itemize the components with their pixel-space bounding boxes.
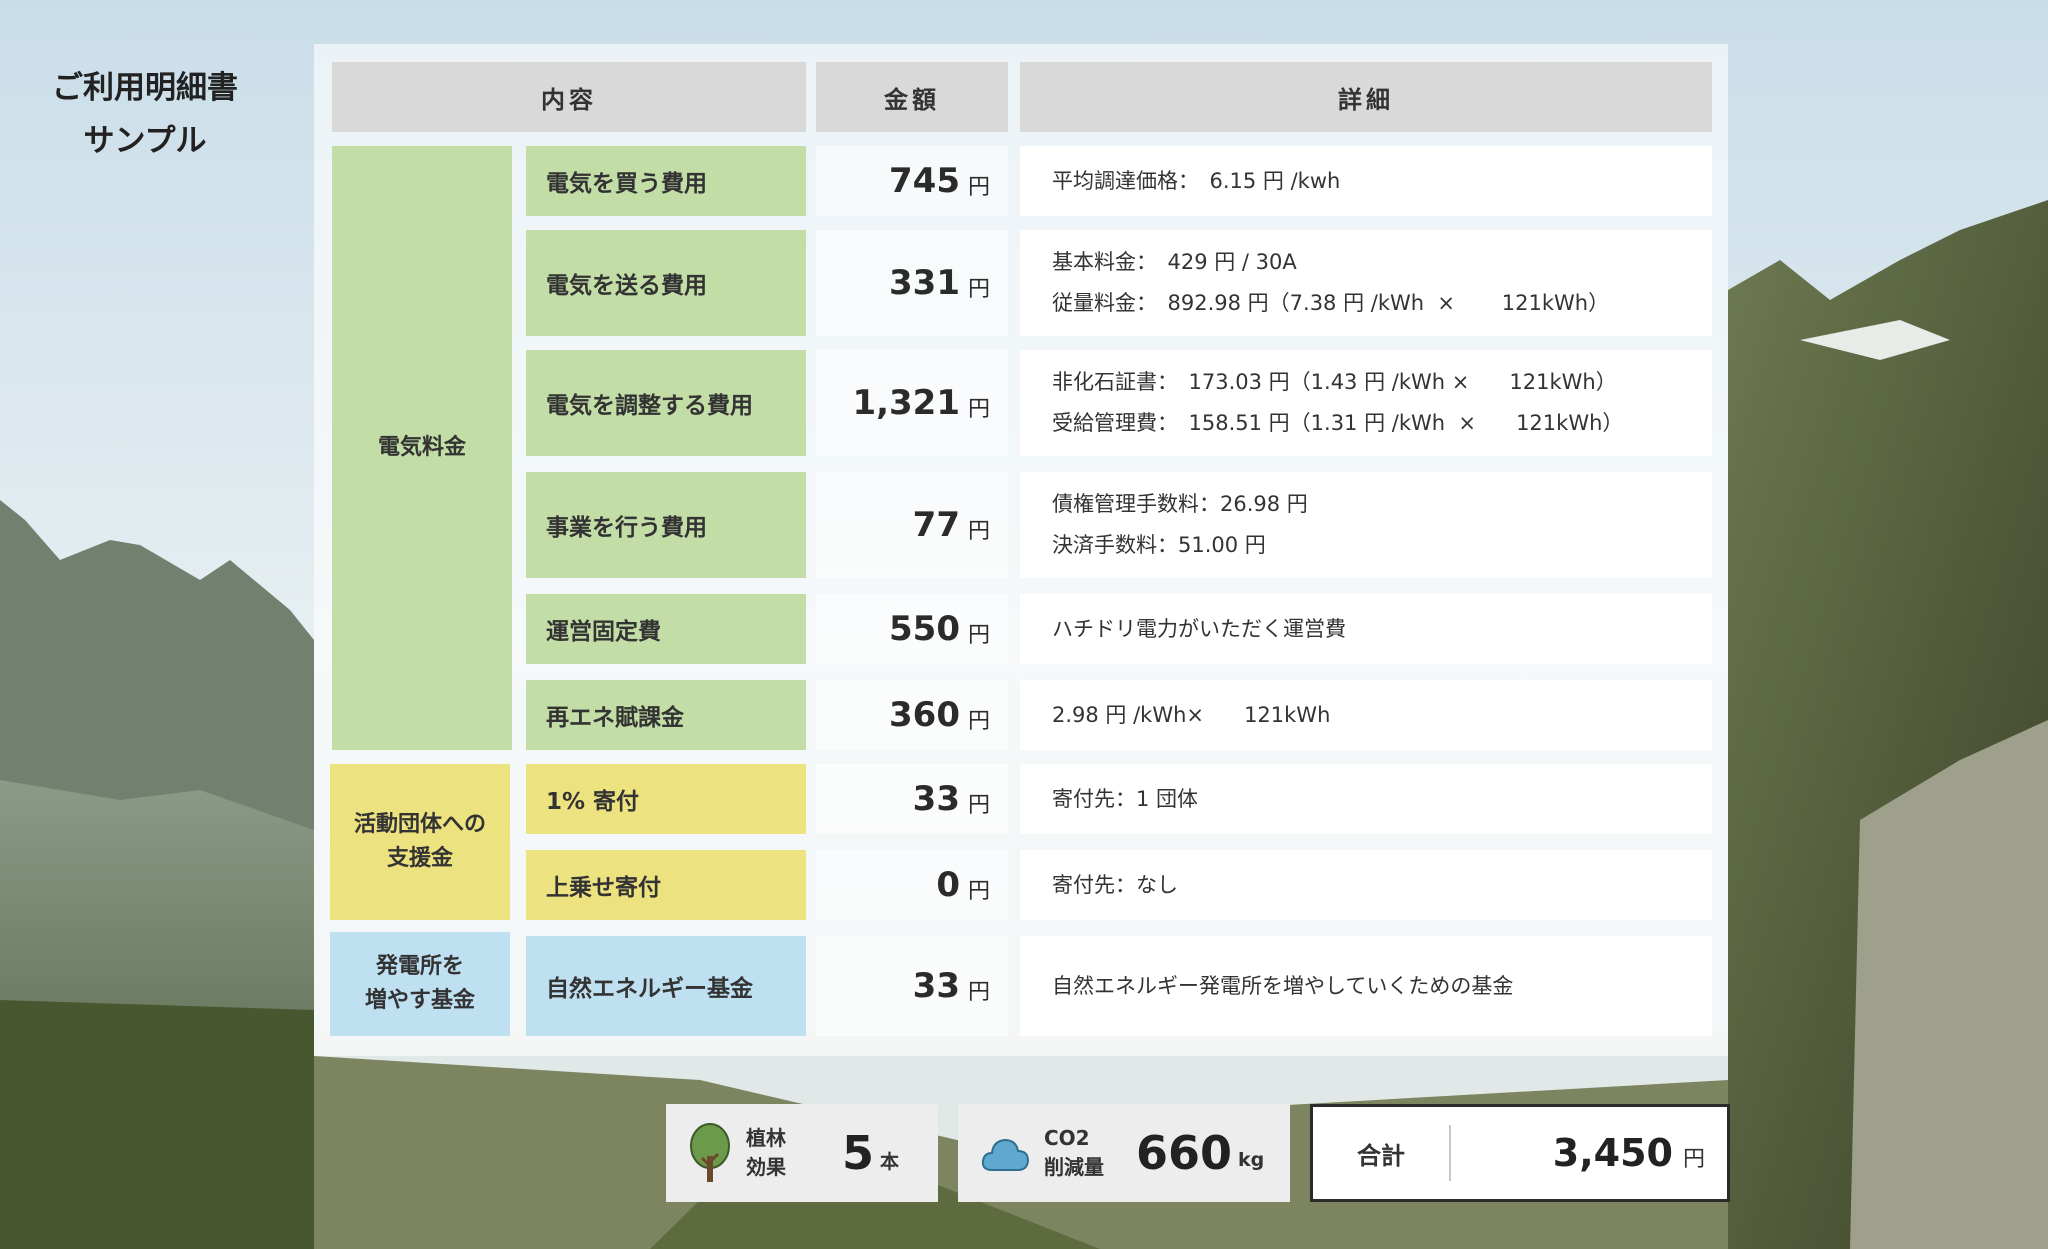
detail-line: ハチドリ電力がいただく運営費 [1052,616,1346,641]
group-label: 発電所を 増やす基金 [364,954,475,1013]
tree-effect-value: 5 [842,1126,875,1180]
yen-unit: 円 [967,519,990,544]
detail-cell: 債権管理手数料：26.98 円決済手数料：51.00 円 [1020,472,1712,578]
tree-effect-card: 植林 効果 5 本 [666,1104,938,1202]
item-label: 運営固定費 [526,594,806,664]
yen-unit: 円 [967,980,990,1005]
group-support-fund: 活動団体への 支援金 [330,764,510,920]
amount-value: 0 [936,865,960,905]
total-value: 3,450 [1552,1131,1673,1175]
total-label: 合計 [1357,1141,1405,1170]
amount-value: 360 [889,695,960,735]
detail-line: 寄付先：1 団体 [1052,786,1199,811]
group-electricity-fee: 電気料金 [332,146,512,750]
page-title: ご利用明細書 サンプル [30,62,260,168]
amount-cell: 331 円 [816,230,1008,336]
amount-value: 33 [912,779,960,819]
item-label: 電気を買う費用 [526,146,806,216]
amount-value: 550 [889,609,960,649]
amount-cell: 77 円 [816,472,1008,578]
group-label: 電気料金 [377,435,466,460]
statement-panel: 内容 金額 詳細 電気料金 活動団体への 支援金 発電所を 増やす基金 電気を買… [314,44,1728,1056]
item-label: 電気を送る費用 [526,230,806,336]
detail-cell: 基本料金： 429 円 / 30A 従量料金： 892.98 円（7.38 円 /… [1020,230,1712,336]
detail-cell: 平均調達価格： 6.15 円 /kwh [1020,146,1712,216]
detail-line: 自然エネルギー発電所を増やしていくための基金 [1052,973,1514,998]
group-power-plant-fund: 発電所を 増やす基金 [330,932,510,1036]
amount-cell: 33 円 [816,936,1008,1036]
tree-effect-unit: 本 [880,1150,900,1173]
amount-cell: 360 円 [816,680,1008,750]
detail-cell: 寄付先：なし [1020,850,1712,920]
item-label: 電気を調整する費用 [526,350,806,456]
total-divider [1449,1125,1451,1181]
amount-value: 1,321 [852,383,960,423]
amount-value: 745 [889,161,960,201]
item-label: 自然エネルギー基金 [526,936,806,1036]
yen-unit: 円 [967,397,990,422]
yen-unit: 円 [967,623,990,648]
detail-line: 非化石証書： 173.03 円（1.43 円 /kWh × 121kWh） [1052,370,1617,394]
group-label: 活動団体への 支援金 [353,812,486,871]
yen-unit: 円 [967,793,990,818]
item-label: 1% 寄付 [526,764,806,834]
detail-cell: 自然エネルギー発電所を増やしていくための基金 [1020,936,1712,1036]
yen-unit: 円 [967,879,990,904]
yen-unit: 円 [967,277,990,302]
detail-line: 従量料金： 892.98 円（7.38 円 /kWh × 121kWh） [1052,291,1610,315]
item-label: 上乗せ寄付 [526,850,806,920]
detail-line: 2.98 円 /kWh× 121kWh [1052,702,1331,727]
total-card: 合計 3,450 円 [1310,1104,1730,1202]
amount-cell: 1,321 円 [816,350,1008,456]
tree-icon [690,1123,730,1182]
detail-line: 寄付先：なし [1052,872,1178,897]
yen-unit: 円 [967,175,990,200]
header-amount: 金額 [816,62,1008,132]
co2-reduction-label: CO2 削減量 [1044,1126,1104,1179]
page-title-line: ご利用明細書 [52,70,238,106]
amount-value: 331 [889,263,960,303]
amount-value: 77 [912,505,960,545]
yen-unit: 円 [967,709,990,734]
detail-line: 平均調達価格： 6.15 円 /kwh [1052,168,1341,193]
total-unit: 円 [1682,1147,1705,1172]
header-content: 内容 [332,62,806,132]
amount-cell: 33 円 [816,764,1008,834]
co2-reduction-unit: kg [1238,1149,1265,1171]
detail-cell: ハチドリ電力がいただく運営費 [1020,594,1712,664]
page-title-line: サンプル [83,123,207,159]
detail-cell: 2.98 円 /kWh× 121kWh [1020,680,1712,750]
co2-reduction-card: CO2 削減量 660 kg [958,1104,1290,1202]
detail-cell: 非化石証書： 173.03 円（1.43 円 /kWh × 121kWh） 受給管… [1020,350,1712,456]
header-detail: 詳細 [1020,62,1712,132]
item-label: 再エネ賦課金 [526,680,806,750]
detail-line: 基本料金： 429 円 / 30A [1052,250,1297,274]
detail-line: 債権管理手数料：26.98 円 [1052,492,1308,516]
item-label: 事業を行う費用 [526,472,806,578]
amount-cell: 745 円 [816,146,1008,216]
amount-cell: 0円 [816,850,1008,920]
tree-effect-label: 植林 効果 [746,1126,786,1179]
amount-cell: 550 円 [816,594,1008,664]
co2-reduction-value: 660 [1136,1126,1233,1180]
detail-line: 決済手数料：51.00 円 [1052,533,1266,557]
detail-line: 受給管理費： 158.51 円（1.31 円 /kWh × 121kWh） [1052,411,1624,435]
detail-cell: 寄付先：1 団体 [1020,764,1712,834]
cloud-icon [981,1138,1030,1171]
amount-value: 33 [912,966,960,1006]
